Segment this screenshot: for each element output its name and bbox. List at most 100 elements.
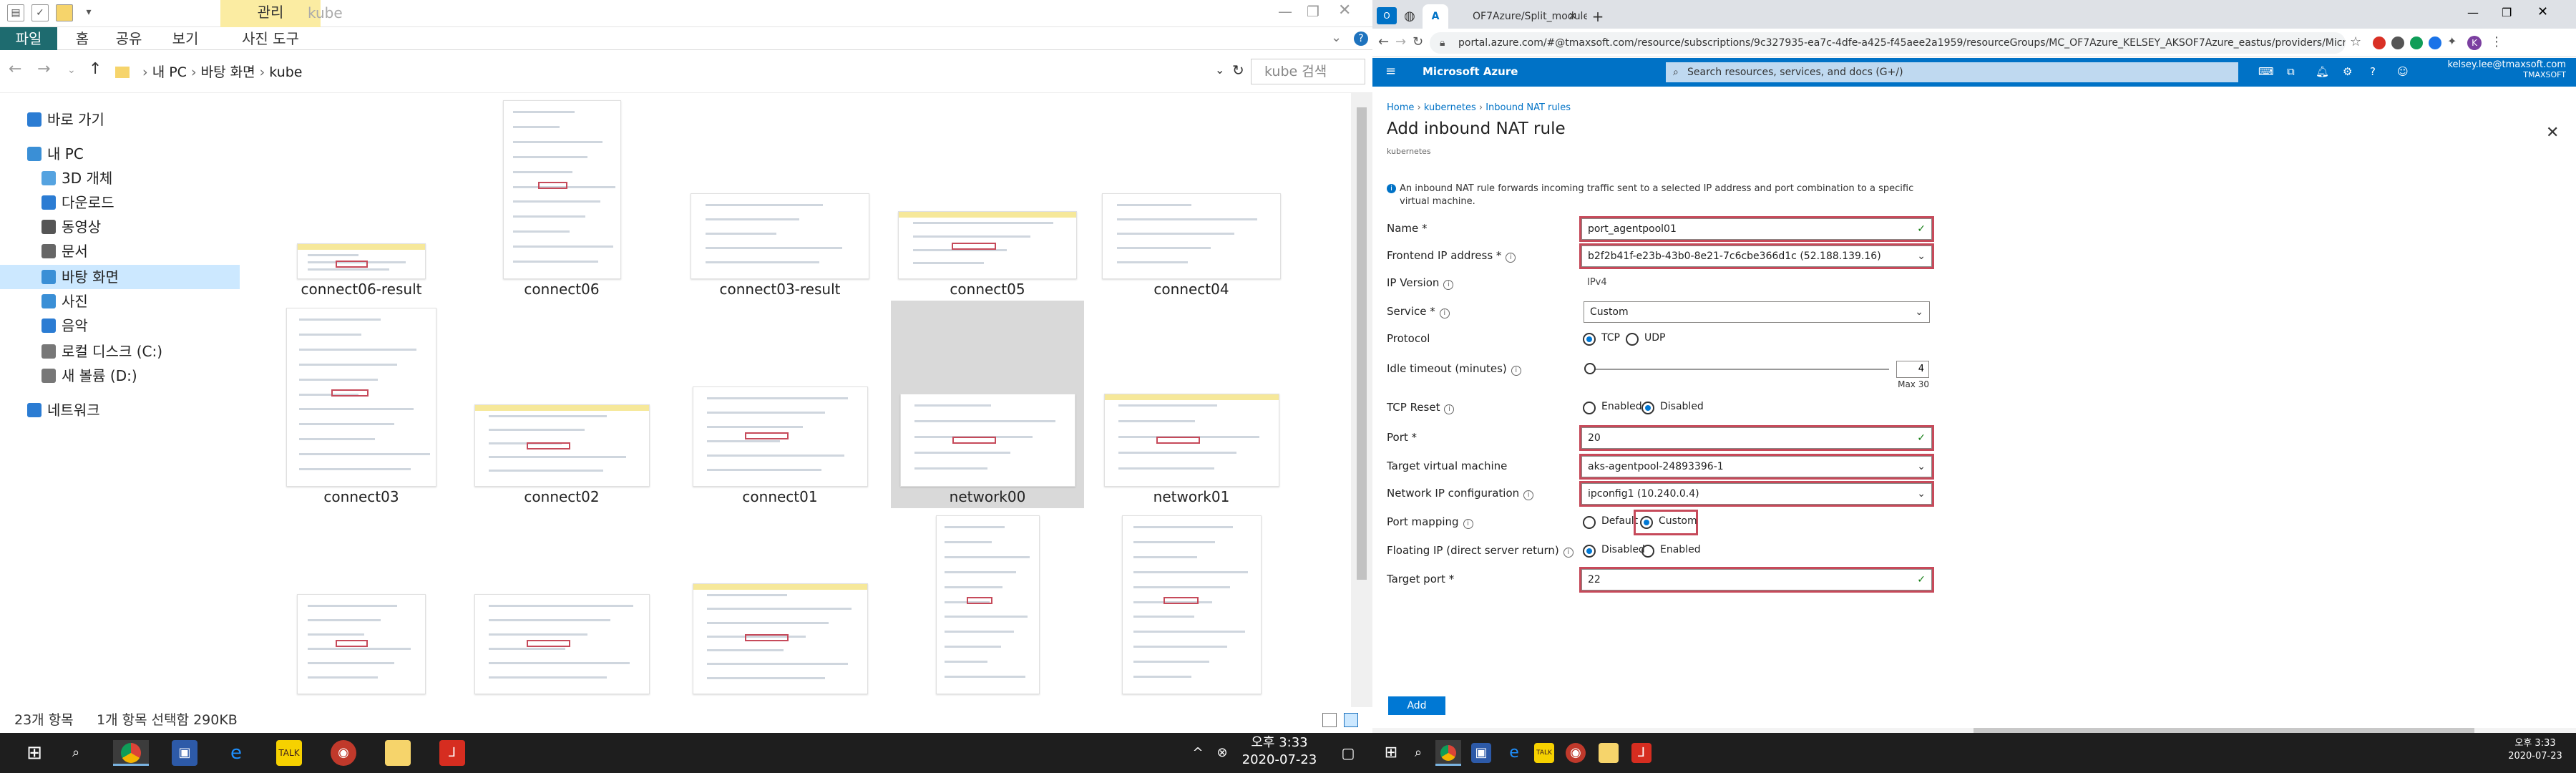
new-tab-button[interactable]: +: [1587, 4, 1609, 29]
file-item[interactable]: connect03: [265, 301, 458, 508]
outlook-tab-icon[interactable]: O: [1377, 7, 1397, 24]
file-item[interactable]: network01: [1095, 301, 1288, 508]
up-icon[interactable]: ↑: [89, 60, 102, 78]
browser-app-icon[interactable]: ◉: [1566, 743, 1586, 763]
chrome-app-icon[interactable]: [113, 740, 149, 766]
info-circle-icon[interactable]: i: [1443, 280, 1454, 290]
azure-brand[interactable]: Microsoft Azure: [1423, 65, 1518, 78]
chrome-menu-icon[interactable]: ⋮: [2490, 34, 2503, 49]
search-icon[interactable]: ⌕: [1405, 740, 1431, 766]
file-item[interactable]: connect03-result: [683, 93, 877, 301]
tcp-reset-disabled-radio[interactable]: [1641, 402, 1654, 414]
windows-start-icon[interactable]: ⊞: [21, 740, 47, 766]
port-mapping-custom-radio[interactable]: [1640, 516, 1653, 529]
sidebar-item-5[interactable]: 문서: [0, 239, 240, 263]
tab-home[interactable]: 홈: [66, 27, 99, 50]
extension-dark-icon[interactable]: [2391, 37, 2404, 49]
file-item[interactable]: connect06-result: [265, 93, 458, 301]
extension-blue-icon[interactable]: [2429, 37, 2441, 49]
browser-back-icon[interactable]: ←: [1378, 34, 1389, 49]
directory-filter-icon[interactable]: ⧉: [2287, 65, 2295, 78]
browser-forward-icon[interactable]: →: [1395, 34, 1406, 49]
tab-github-split-modules[interactable]: OF7Azure/Split_modules.md at...: [1451, 4, 1587, 29]
idle-timeout-slider-track[interactable]: [1590, 369, 1889, 370]
reload-icon[interactable]: ↻: [1413, 34, 1423, 49]
azure-search-input[interactable]: ⌕ Search resources, services, and docs (G…: [1666, 62, 2238, 82]
new-folder-icon[interactable]: [56, 4, 73, 21]
pdf-reader-icon[interactable]: ⅃: [439, 740, 465, 766]
file-item[interactable]: [891, 508, 1084, 716]
breadcrumb-home[interactable]: Home: [1387, 102, 1414, 113]
notifications-bell-icon[interactable]: 🔔︎: [2316, 65, 2329, 78]
target-port-field[interactable]: 22 ✓: [1579, 567, 1934, 593]
service-select[interactable]: Custom ⌄: [1584, 301, 1930, 323]
file-explorer-icon[interactable]: [1599, 743, 1619, 763]
clock[interactable]: 오후 3:33 2020-07-23: [2503, 737, 2567, 763]
sidebar-item-10[interactable]: 새 볼륨 (D:): [0, 364, 240, 388]
details-view-icon[interactable]: [1322, 713, 1337, 727]
blade-close-icon[interactable]: ✕: [2546, 124, 2559, 142]
sidebar-item-3[interactable]: 다운로드: [0, 190, 240, 215]
chrome-close-button[interactable]: ✕: [2537, 4, 2548, 19]
horizontal-scrollbar[interactable]: [1372, 728, 2576, 733]
file-explorer-icon[interactable]: [385, 740, 411, 766]
file-item[interactable]: [1095, 508, 1288, 716]
info-circle-icon[interactable]: i: [1511, 366, 1521, 376]
file-item[interactable]: [265, 508, 458, 716]
tray-expand-icon[interactable]: ^: [1185, 740, 1211, 766]
pdf-reader-icon[interactable]: ⅃: [1631, 743, 1652, 763]
address-bar[interactable]: › 내 PC › 바탕 화면 › kube: [114, 59, 1245, 84]
edge-icon[interactable]: e: [1501, 740, 1527, 766]
port-mapping-default-radio[interactable]: [1583, 516, 1596, 529]
settings-gear-icon[interactable]: ⚙: [2343, 65, 2352, 78]
breadcrumb-my-pc[interactable]: 내 PC: [152, 64, 187, 80]
azure-tab-icon[interactable]: A: [1423, 4, 1448, 29]
clock[interactable]: 오후 3:33 2020-07-23: [1236, 734, 1322, 769]
sidebar-item-8[interactable]: 음악: [0, 313, 240, 338]
lock-icon[interactable]: 🔒︎: [1440, 32, 1445, 54]
windows-start-icon[interactable]: ⊞: [1378, 740, 1404, 766]
file-item[interactable]: connect06: [465, 93, 658, 301]
frontend-ip-select[interactable]: b2f2b41f-e23b-43b0-8e21-7c6cbe366d1c (52…: [1579, 243, 1934, 269]
tab-view[interactable]: 보기: [162, 27, 209, 50]
kakaotalk-icon[interactable]: TALK: [276, 740, 302, 766]
profile-avatar[interactable]: K: [2467, 36, 2482, 50]
help-icon[interactable]: ?: [1354, 31, 1368, 46]
target-vm-select[interactable]: aks-agentpool-24893396-1 (MC_OF7Azure_KE…: [1579, 454, 1934, 492]
breadcrumb-inbound-nat-rules[interactable]: Inbound NAT rules: [1485, 102, 1571, 113]
maximize-button[interactable]: ❐: [1307, 3, 1319, 20]
sidebar-item-11[interactable]: 네트워크: [0, 398, 240, 422]
back-icon[interactable]: ←: [9, 60, 21, 78]
portal-menu-icon[interactable]: ≡: [1385, 64, 1396, 79]
file-item[interactable]: connect04: [1095, 93, 1288, 301]
sidebar-item-6[interactable]: 바탕 화면: [0, 265, 240, 289]
chrome-app-icon[interactable]: [1435, 740, 1461, 766]
extensions-puzzle-icon[interactable]: ✦: [2447, 34, 2457, 48]
extension-green-icon[interactable]: [2410, 37, 2423, 49]
chrome-maximize-button[interactable]: ❐: [2502, 6, 2512, 19]
floating-ip-disabled-radio[interactable]: [1583, 545, 1596, 558]
file-item[interactable]: connect02: [465, 301, 658, 508]
remote-desktop-icon[interactable]: ▣: [1471, 743, 1491, 763]
file-item[interactable]: [465, 508, 658, 716]
remote-desktop-icon[interactable]: ▣: [172, 740, 197, 766]
info-circle-icon[interactable]: i: [1563, 548, 1574, 558]
breadcrumb-desktop[interactable]: 바탕 화면: [201, 64, 255, 80]
minimize-button[interactable]: —: [1278, 3, 1292, 20]
browser-app-icon[interactable]: ◉: [331, 740, 356, 766]
tray-status-icon[interactable]: ⊗: [1209, 740, 1235, 766]
sidebar-item-7[interactable]: 사진: [0, 289, 240, 313]
add-button[interactable]: Add: [1388, 696, 1445, 715]
help-question-icon[interactable]: ?: [2370, 65, 2376, 78]
notifications-icon[interactable]: ▢: [1335, 740, 1361, 766]
sidebar-item-0[interactable]: 바로 가기: [0, 107, 240, 132]
idle-timeout-slider-thumb[interactable]: [1584, 363, 1596, 374]
account-menu[interactable]: kelsey.lee@tmaxsoft.com TMAXSOFT: [2430, 59, 2566, 79]
close-button[interactable]: ✕: [1338, 1, 1351, 19]
protocol-tcp-radio[interactable]: [1583, 333, 1596, 346]
tab-picture-tools[interactable]: 사진 도구: [220, 27, 321, 50]
kakaotalk-icon[interactable]: TALK: [1534, 743, 1554, 763]
file-item[interactable]: network00: [891, 301, 1084, 508]
search-icon[interactable]: ⌕: [63, 740, 89, 766]
search-input[interactable]: kube 검색: [1251, 59, 1365, 84]
